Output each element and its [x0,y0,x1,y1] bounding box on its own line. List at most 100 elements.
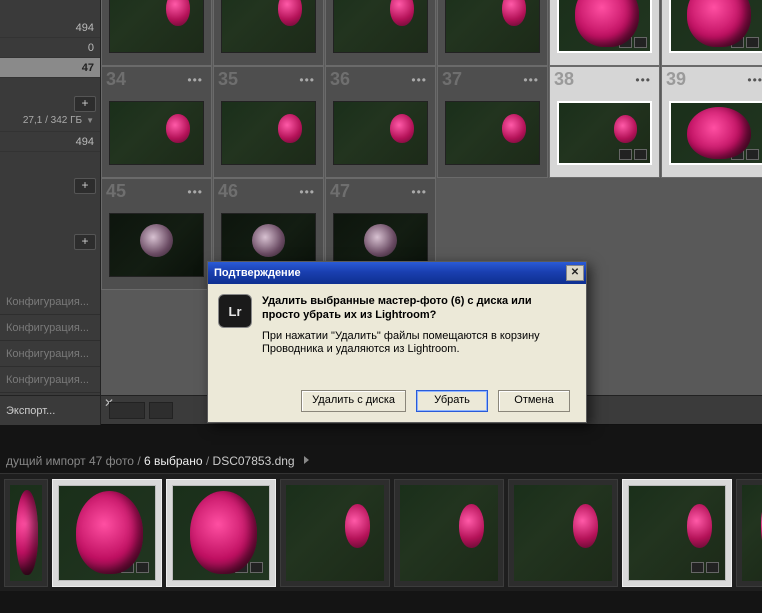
thumbnail[interactable] [557,0,652,53]
thumbnail[interactable] [109,0,204,53]
grid-cell[interactable]: 35 ••• [213,66,324,178]
thumbnail[interactable] [58,485,156,581]
dialog-message: Удалить выбранные мастер-фото (6) с диск… [262,294,572,322]
thumbnail[interactable] [221,101,316,165]
view-loupe-button[interactable] [149,402,173,419]
stat-row-selected[interactable]: 47 [0,58,100,78]
more-icon[interactable]: ••• [747,73,762,87]
cell-number: 45 [106,181,126,202]
grid-cell[interactable]: ••• [325,0,436,66]
config-item[interactable]: Конфигурация... [0,367,100,393]
grid-cell[interactable]: 34 ••• [101,66,212,178]
cancel-button[interactable]: Отмена [498,390,570,412]
thumb-badge [235,562,263,573]
thumb-badge [121,562,149,573]
thumbnail[interactable] [669,101,762,165]
thumbnail[interactable] [333,101,428,165]
thumbnail[interactable] [10,485,42,581]
filmstrip-cell-selected[interactable] [622,479,732,587]
dialog-info: При нажатии "Удалить" файлы помещаются в… [262,330,572,356]
thumbnail[interactable] [514,485,612,581]
disk-count: 494 [0,132,100,152]
view-grid-button[interactable] [109,402,145,419]
thumb-badge [691,562,719,573]
app-icon-label: Lr [229,304,242,319]
thumbnail[interactable] [628,485,726,581]
more-icon[interactable]: ••• [411,73,427,87]
config-item[interactable]: Конфигурация... [0,341,100,367]
config-item[interactable]: Конфигурация... [0,315,100,341]
grid-cell[interactable]: 37 ••• [437,66,548,178]
thumbnail[interactable] [557,101,652,165]
config-preset-list: Конфигурация... Конфигурация... Конфигур… [0,289,100,393]
thumbnail[interactable] [286,485,384,581]
thumbnail[interactable] [742,485,762,581]
dialog-body: Lr Удалить выбранные мастер-фото (6) с д… [208,284,586,422]
breadcrumb-source: дущий импорт 47 фото [6,454,134,468]
thumbnail[interactable] [109,101,204,165]
more-icon[interactable]: ••• [187,185,203,199]
thumbnail[interactable] [333,0,428,53]
thumb-badge [731,37,759,48]
cell-number: 38 [554,69,574,90]
add-icon[interactable]: + [74,96,96,112]
filmstrip-cell-selected[interactable] [166,479,276,587]
close-icon[interactable]: ✕ [566,265,584,281]
grid-cell[interactable]: 45 ••• [101,178,212,290]
cell-number: 35 [218,69,238,90]
grid-cell[interactable]: ••• [213,0,324,66]
cell-number: 37 [442,69,462,90]
disk-usage[interactable]: 27,1 / 342 ГБ ▼ [0,110,100,132]
more-icon[interactable]: ••• [299,185,315,199]
grid-cell[interactable]: 36 ••• [325,66,436,178]
export-button[interactable]: Экспорт... [0,395,100,425]
thumbnail[interactable] [669,0,762,53]
dialog-button-row: Удалить с диска Убрать Отмена [208,390,586,412]
filmstrip[interactable] [0,473,762,591]
stat-row: 494 [0,18,100,38]
app-icon: Lr [218,294,252,328]
filmstrip-cell[interactable] [280,479,390,587]
filmstrip-cell[interactable] [508,479,618,587]
remove-button[interactable]: Убрать [416,390,488,412]
more-icon[interactable]: ••• [299,73,315,87]
thumbnail[interactable] [109,213,204,277]
config-item[interactable]: Конфигурация... [0,289,100,315]
thumbnail[interactable] [221,0,316,53]
grid-cell-selected[interactable] [661,0,762,66]
filmstrip-cell-selected[interactable] [52,479,162,587]
thumbnail[interactable] [445,101,540,165]
add-icon[interactable]: + [74,234,96,250]
more-icon[interactable]: ••• [635,73,651,87]
more-icon[interactable]: ••• [411,185,427,199]
filmstrip-cell[interactable] [394,479,504,587]
thumb-badge [619,149,647,160]
stat-group: 494 0 47 [0,18,100,78]
dialog-titlebar[interactable]: Подтверждение ✕ [208,262,586,284]
grid-cell[interactable]: ••• [437,0,548,66]
chevron-down-icon: ▼ [86,110,94,132]
more-icon[interactable]: ••• [523,73,539,87]
delete-from-disk-button[interactable]: Удалить с диска [301,390,406,412]
grid-cell-selected[interactable]: 39 ••• [661,66,762,178]
disk-usage-label: 27,1 / 342 ГБ [23,115,82,126]
add-icon[interactable]: + [74,178,96,194]
grid-cell-selected[interactable]: 38 ••• [549,66,660,178]
grid-cell[interactable]: ••• [101,0,212,66]
cell-number: 34 [106,69,126,90]
filmstrip-cell[interactable] [4,479,48,587]
thumbnail[interactable] [172,485,270,581]
breadcrumb-selection: 6 выбрано [144,454,203,468]
filmstrip-cell[interactable] [736,479,762,587]
thumbnail[interactable] [400,485,498,581]
thumb-badge [731,149,759,160]
thumbnail[interactable] [445,0,540,53]
breadcrumb[interactable]: дущий импорт 47 фото / 6 выбрано / DSC07… [0,452,762,472]
left-sidebar: 494 0 47 + 27,1 / 342 ГБ ▼ 494 + + Конфиг… [0,0,101,425]
chevron-right-icon[interactable] [304,456,309,464]
grid-row: ••• ••• ••• ••• ••• [101,0,762,66]
cell-number: 47 [330,181,350,202]
more-icon[interactable]: ••• [187,73,203,87]
grid-cell-selected[interactable]: ••• [549,0,660,66]
cell-number: 46 [218,181,238,202]
